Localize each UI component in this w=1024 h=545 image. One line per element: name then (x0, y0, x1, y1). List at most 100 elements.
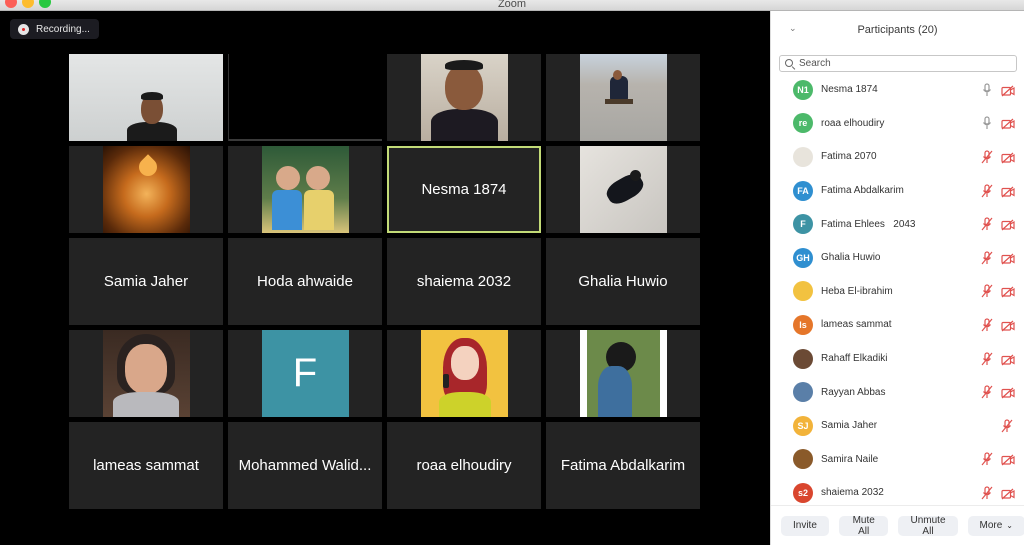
microphone-muted-icon[interactable] (981, 486, 993, 500)
profile-photo (261, 146, 349, 233)
video-off-icon[interactable] (1001, 386, 1015, 399)
participant-name-label: Hoda ahwaide (257, 273, 353, 290)
mute-all-button[interactable]: Mute All (838, 515, 889, 537)
video-off-icon[interactable] (1001, 185, 1015, 198)
more-button[interactable]: More ⌄ (967, 515, 1024, 536)
microphone-muted-icon[interactable] (981, 351, 993, 366)
video-off-icon[interactable] (1001, 218, 1015, 231)
participant-row[interactable]: Heba El-ibrahim (771, 275, 1024, 309)
video-tile[interactable]: Fatima Abdalkarim (546, 422, 700, 509)
invite-button[interactable]: Invite (781, 515, 829, 536)
avatar-photo (793, 281, 813, 302)
video-off-icon[interactable] (1001, 117, 1015, 130)
video-off-icon[interactable] (1001, 252, 1015, 265)
participant-name-label: Samia Jaher (103, 273, 189, 290)
microphone-muted-icon[interactable] (981, 251, 993, 265)
video-off-icon[interactable] (1001, 453, 1015, 466)
microphone-muted-icon[interactable] (981, 452, 993, 466)
participant-name: Ghalia Huwio (821, 252, 881, 264)
participant-row[interactable]: Rayyan Abbas (771, 375, 1024, 409)
avatar-photo (793, 146, 813, 167)
participant-row[interactable]: re roaa elhoudiry (771, 107, 1024, 141)
participant-name: lameas sammat (821, 319, 892, 331)
participant-name: Nesma 1874 (821, 84, 878, 96)
microphone-muted-icon[interactable] (981, 318, 993, 332)
video-tile[interactable]: shaiema 2032 (387, 238, 541, 325)
participant-name: Heba El-ibrahim (821, 285, 893, 297)
participant-row[interactable]: Fatima 2070 (771, 140, 1024, 174)
video-off-icon[interactable] (1001, 151, 1015, 164)
participant-row[interactable]: ls lameas sammat (771, 308, 1024, 342)
participant-name: roaa elhoudiry (821, 117, 885, 129)
profile-photo (420, 330, 508, 417)
window-title: Zoom (497, 0, 527, 10)
microphone-muted-icon[interactable] (981, 217, 993, 231)
video-tile[interactable]: roaa elhoudiry (387, 422, 541, 509)
profile-photo (579, 330, 667, 417)
video-tile[interactable] (228, 54, 382, 141)
avatar-initials: re (793, 113, 813, 134)
avatar-initials: N1 (793, 79, 813, 100)
microphone-muted-icon[interactable] (981, 150, 993, 164)
profile-photo (579, 54, 667, 141)
video-tile[interactable]: Mohammed Walid... (228, 422, 382, 509)
video-tile[interactable]: Samia Jaher (69, 238, 223, 325)
recording-label: Recording... (36, 23, 90, 35)
video-tile[interactable] (228, 146, 382, 233)
participant-list[interactable]: N1 Nesma 1874 re roaa elhoudiry Fatima 2070 F… (771, 73, 1024, 506)
participant-name: shaiema 2032 (821, 487, 884, 499)
search-input[interactable] (799, 58, 1009, 69)
video-off-icon[interactable] (1001, 285, 1015, 298)
participant-row[interactable]: Rahaff Elkadiki (771, 342, 1024, 376)
video-tile[interactable] (69, 330, 223, 417)
avatar-initials: SJ (793, 415, 813, 436)
video-tile[interactable] (387, 54, 541, 141)
participant-row[interactable]: FA Fatima Abdalkarim (771, 174, 1024, 208)
participant-name-label: Mohammed Walid... (238, 457, 372, 474)
video-tile-active-speaker[interactable]: Nesma 1874 (387, 146, 541, 233)
search-field[interactable] (779, 55, 1017, 72)
panel-footer: Invite Mute All Unmute All More ⌄ (771, 505, 1024, 545)
microphone-icon[interactable] (981, 83, 993, 97)
microphone-muted-icon[interactable] (981, 183, 993, 198)
participant-row[interactable]: GH Ghalia Huwio (771, 241, 1024, 275)
microphone-muted-icon[interactable] (1001, 419, 1013, 433)
participant-row[interactable]: s2 shaiema 2032 (771, 476, 1024, 506)
window-titlebar: Zoom (0, 0, 1024, 11)
chevron-down-icon[interactable]: ⌄ (789, 23, 797, 33)
avatar-initials: GH (793, 247, 813, 268)
participant-row[interactable]: SJ Samia Jaher (771, 409, 1024, 443)
video-tile[interactable] (69, 146, 223, 233)
microphone-icon[interactable] (981, 116, 993, 130)
participant-name: Rayyan Abbas (821, 386, 886, 398)
microphone-muted-icon[interactable] (981, 385, 993, 399)
video-tile[interactable]: Ghalia Huwio (546, 238, 700, 325)
panel-title: Participants (20) (857, 24, 938, 36)
video-off-icon[interactable] (1001, 353, 1015, 366)
participant-name-label: Ghalia Huwio (578, 273, 668, 290)
video-off-icon[interactable] (1001, 487, 1015, 500)
video-tile[interactable] (546, 54, 700, 141)
participant-name: Fatima 2070 (821, 151, 877, 163)
avatar-photo (793, 449, 813, 470)
microphone-muted-icon[interactable] (981, 284, 993, 298)
video-off-icon[interactable] (1001, 84, 1015, 97)
participant-name: Fatima Abdalkarim (821, 185, 904, 197)
participant-row[interactable]: N1 Nesma 1874 (771, 73, 1024, 107)
profile-photo (102, 146, 190, 233)
video-tile[interactable]: lameas sammat (69, 422, 223, 509)
video-tile[interactable] (546, 146, 700, 233)
participant-name-label: roaa elhoudiry (416, 457, 512, 474)
recording-indicator[interactable]: Recording... (10, 19, 99, 39)
profile-photo (102, 330, 190, 417)
unmute-all-button[interactable]: Unmute All (898, 515, 958, 537)
participant-row[interactable]: F Fatima Ehlees 2043 (771, 207, 1024, 241)
participant-row[interactable]: Samira Naile (771, 443, 1024, 477)
video-tile[interactable] (387, 330, 541, 417)
video-tile[interactable]: F (228, 330, 382, 417)
video-tile[interactable]: Hoda ahwaide (228, 238, 382, 325)
participant-name-label: lameas sammat (93, 457, 199, 474)
video-tile[interactable] (546, 330, 700, 417)
video-tile[interactable] (69, 54, 223, 141)
video-off-icon[interactable] (1001, 319, 1015, 332)
